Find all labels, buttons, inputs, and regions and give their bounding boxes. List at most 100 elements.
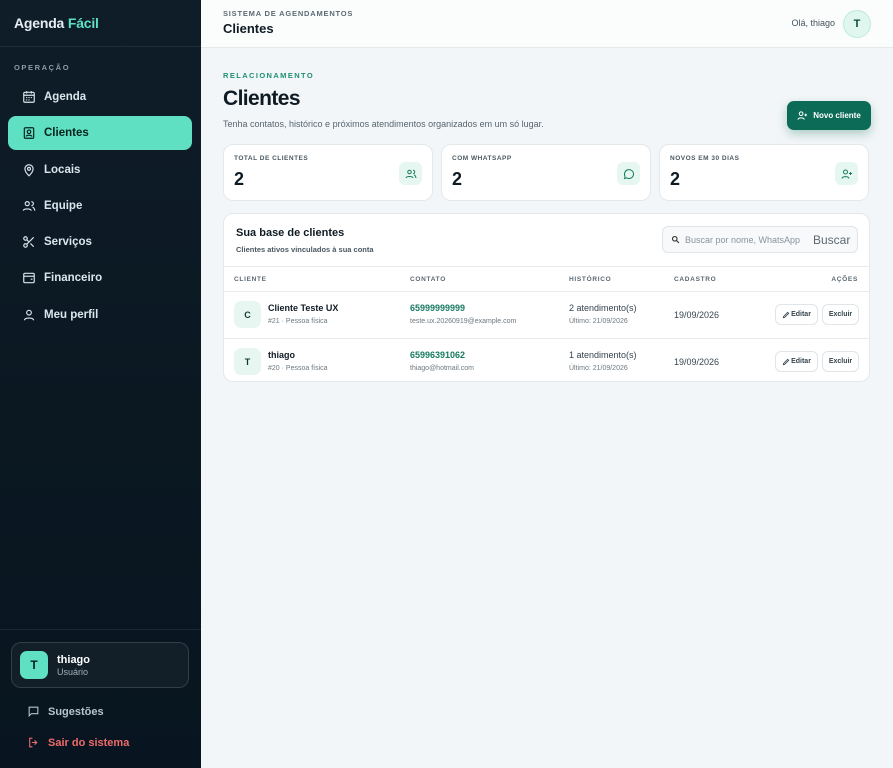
sidebar-item-equipe[interactable]: Equipe	[8, 189, 192, 223]
sidebar-item-servicos[interactable]: Serviços	[8, 225, 192, 259]
client-created-date: 19/09/2026	[674, 357, 720, 367]
table-header: CLIENTE CONTATO HISTÓRICO CADASTRO AÇÕES	[224, 266, 869, 292]
client-history: 2 atendimento(s)	[569, 303, 637, 313]
stat-card-whatsapp: COM WHATSAPP 2	[441, 144, 651, 201]
user-card[interactable]: T thiago Usuário	[11, 642, 189, 688]
edit-button[interactable]: Editar	[775, 351, 818, 372]
wallet-icon	[22, 271, 36, 285]
sidebar-item-agenda[interactable]: Agenda	[8, 80, 192, 114]
brand-name: Agenda	[14, 15, 65, 31]
user-role: Usuário	[57, 666, 89, 677]
table-row: C Cliente Teste UX #21 · Pessoa física 6…	[224, 292, 869, 338]
suggestions-link[interactable]: Sugestões	[27, 705, 104, 718]
delete-button[interactable]: Excluir	[822, 304, 859, 325]
users-icon	[399, 162, 422, 185]
sidebar-footer: T thiago Usuário Sugestões Sair do siste…	[0, 629, 201, 768]
message-circle-icon	[617, 162, 640, 185]
sidebar-item-locais[interactable]: Locais	[8, 153, 192, 187]
sidebar-nav: Agenda Clientes Locais Equipe Serviços F…	[8, 80, 192, 334]
search-box: Buscar	[662, 226, 858, 253]
pencil-icon	[782, 358, 790, 366]
user-plus-icon	[835, 162, 858, 185]
client-name: thiago	[268, 350, 295, 360]
stat-value: 2	[452, 169, 463, 189]
main-content: RELACIONAMENTO Clientes Tenha contatos, …	[201, 48, 893, 768]
client-phone-link[interactable]: 65999999999	[410, 303, 465, 313]
table-row: T thiago #20 · Pessoa física 65996391062…	[224, 338, 869, 381]
client-last-visit: Último: 21/09/2026	[569, 365, 628, 372]
search-button[interactable]: Buscar	[813, 233, 850, 247]
scissors-icon	[22, 235, 36, 249]
topbar-title: Clientes	[223, 21, 274, 36]
sidebar-item-meu-perfil[interactable]: Meu perfil	[8, 298, 192, 332]
sidebar-item-clientes[interactable]: Clientes	[8, 116, 192, 151]
page-title: Clientes	[223, 87, 301, 110]
logout-icon	[27, 736, 40, 749]
greeting: Olá, thiago	[791, 18, 835, 28]
sidebar-item-label: Locais	[44, 163, 81, 176]
client-email: thiago@hotmail.com	[410, 365, 474, 372]
client-avatar: T	[234, 348, 261, 375]
client-avatar: C	[234, 301, 261, 328]
client-meta: #20 · Pessoa física	[268, 365, 328, 372]
table-title: Sua base de clientes	[236, 227, 345, 239]
brand-logo[interactable]: Agenda Fácil	[0, 0, 201, 47]
stat-label: TOTAL DE CLIENTES	[234, 155, 309, 162]
new-client-label: Novo cliente	[813, 111, 861, 120]
users-icon	[22, 199, 36, 213]
user-icon	[22, 308, 36, 322]
user-name: thiago	[57, 653, 90, 666]
sidebar-item-label: Financeiro	[44, 272, 103, 285]
stat-card-new: NOVOS EM 30 DIAS 2	[659, 144, 869, 201]
stat-label: COM WHATSAPP	[452, 155, 512, 162]
column-header-historico: HISTÓRICO	[569, 276, 612, 283]
client-email: teste.ux.20260919@example.com	[410, 318, 517, 325]
user-info: thiago Usuário	[57, 654, 90, 677]
column-header-cliente: CLIENTE	[234, 276, 267, 283]
logout-link[interactable]: Sair do sistema	[27, 736, 129, 749]
sidebar-item-label: Clientes	[44, 127, 89, 140]
pencil-icon	[782, 311, 790, 319]
stat-label: NOVOS EM 30 DIAS	[670, 155, 740, 162]
column-header-contato: CONTATO	[410, 276, 446, 283]
client-last-visit: Último: 21/09/2026	[569, 318, 628, 325]
table-subtitle: Clientes ativos vinculados à sua conta	[236, 245, 374, 254]
clients-table-card: Sua base de clientes Clientes ativos vin…	[223, 213, 870, 382]
app-kicker: SISTEMA DE AGENDAMENTOS	[223, 9, 354, 18]
avatar[interactable]: T	[843, 10, 871, 38]
map-pin-icon	[22, 163, 36, 177]
edit-button[interactable]: Editar	[775, 304, 818, 325]
client-created-date: 19/09/2026	[674, 310, 720, 320]
search-icon	[671, 235, 680, 244]
stat-card-total: TOTAL DE CLIENTES 2	[223, 144, 433, 201]
sidebar-item-financeiro[interactable]: Financeiro	[8, 261, 192, 295]
sidebar-item-label: Equipe	[44, 199, 83, 212]
client-meta: #21 · Pessoa física	[268, 318, 328, 325]
column-header-acoes: AÇÕES	[831, 276, 858, 283]
delete-button[interactable]: Excluir	[822, 351, 859, 372]
stat-value: 2	[234, 169, 245, 189]
page-kicker: RELACIONAMENTO	[223, 71, 315, 80]
client-name: Cliente Teste UX	[268, 303, 339, 313]
page-subtitle: Tenha contatos, histórico e próximos ate…	[223, 119, 544, 129]
nav-section-label: OPERAÇÃO	[14, 63, 71, 72]
stat-value: 2	[670, 169, 681, 189]
edit-label: Editar	[791, 311, 811, 318]
contact-icon	[22, 126, 36, 140]
client-phone-link[interactable]: 65996391062	[410, 350, 465, 360]
message-square-icon	[27, 705, 40, 718]
search-input[interactable]	[685, 234, 805, 245]
suggestions-label: Sugestões	[48, 705, 104, 718]
sidebar-item-label: Agenda	[44, 91, 87, 103]
calendar-icon	[22, 90, 36, 104]
sidebar-item-label: Serviços	[44, 236, 92, 249]
edit-label: Editar	[791, 358, 811, 365]
topbar: SISTEMA DE AGENDAMENTOS Clientes Olá, th…	[201, 0, 893, 48]
new-client-button[interactable]: Novo cliente	[787, 101, 871, 130]
avatar: T	[20, 651, 48, 679]
logout-label: Sair do sistema	[48, 736, 130, 749]
sidebar-item-label: Meu perfil	[44, 308, 99, 321]
sidebar: Agenda Fácil OPERAÇÃO Agenda Clientes Lo…	[0, 0, 201, 768]
brand-accent: Fácil	[67, 15, 99, 31]
column-header-cadastro: CADASTRO	[674, 276, 717, 283]
